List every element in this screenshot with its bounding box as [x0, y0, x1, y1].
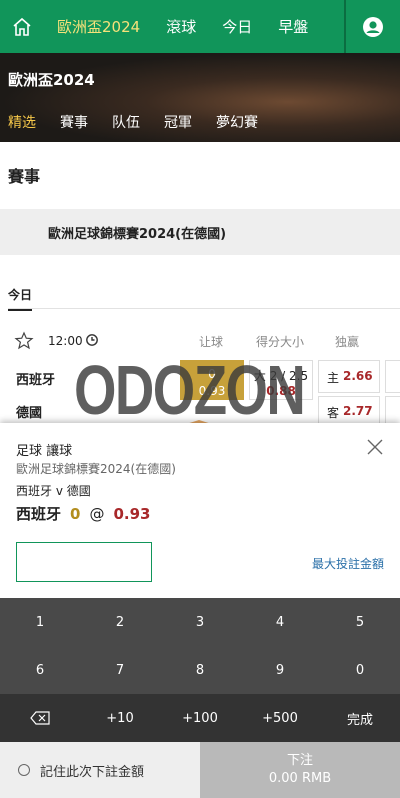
banner-title: 歐洲盃2024 — [8, 71, 95, 89]
bet-selection: 西班牙 0 @ 0.93 — [16, 503, 150, 524]
key-2[interactable]: 2 — [80, 598, 160, 646]
sub-tabs: 精选 賽事 队伍 冠軍 夢幻賽 — [0, 112, 274, 132]
win-away-value: 2.77 — [343, 404, 373, 418]
key-3[interactable]: 3 — [160, 598, 240, 646]
max-bet-link[interactable]: 最大投註金額 — [312, 555, 384, 572]
place-bet-button[interactable]: 下注 0.00 RMB — [200, 742, 400, 798]
bet-actions: 記住此次下註金額 下注 0.00 RMB — [0, 742, 400, 798]
draw-away-partial[interactable] — [385, 396, 400, 423]
key-plus-10[interactable]: +10 — [80, 694, 160, 742]
done-key[interactable]: 完成 — [320, 694, 400, 742]
subtab-featured[interactable]: 精选 — [8, 112, 36, 132]
key-6[interactable]: 6 — [0, 646, 80, 694]
key-plus-100[interactable]: +100 — [160, 694, 240, 742]
draw-odds-partial[interactable] — [385, 360, 400, 393]
home-button[interactable] — [0, 0, 44, 53]
user-button[interactable] — [344, 0, 400, 53]
favorite-star-icon[interactable] — [14, 331, 34, 351]
subtab-fantasy[interactable]: 夢幻賽 — [216, 112, 258, 132]
nav-tab-today[interactable]: 今日 — [209, 0, 265, 53]
selection-handicap: 0 — [70, 505, 81, 523]
league-name: 歐洲足球錦標賽2024(在德國) — [48, 226, 227, 242]
home-team: 西班牙 — [16, 373, 56, 388]
selection-odds: 0.93 — [113, 505, 151, 523]
place-bet-amount: 0.00 RMB — [268, 771, 332, 786]
subtab-champion[interactable]: 冠軍 — [164, 112, 192, 132]
bet-league: 歐洲足球錦標賽2024(在德國) — [16, 462, 176, 476]
subtab-teams[interactable]: 队伍 — [112, 112, 140, 132]
backspace-key[interactable] — [0, 694, 80, 742]
at-symbol: @ — [89, 505, 105, 523]
stake-input[interactable] — [16, 542, 152, 582]
bet-slip: 足球 讓球 歐洲足球錦標賽2024(在德國) 西班牙 v 德國 西班牙 0 @ … — [0, 423, 400, 798]
keypad-row: 1 2 3 4 5 — [0, 598, 400, 646]
subtab-matches[interactable]: 賽事 — [60, 112, 88, 132]
match-time: 12:00 — [48, 334, 83, 348]
keypad-row: +10 +100 +500 完成 — [0, 694, 400, 742]
key-plus-500[interactable]: +500 — [240, 694, 320, 742]
top-nav: 歐洲盃2024 滾球 今日 早盤 冠 — [0, 0, 400, 53]
key-4[interactable]: 4 — [240, 598, 320, 646]
key-7[interactable]: 7 — [80, 646, 160, 694]
key-9[interactable]: 9 — [240, 646, 320, 694]
selection-team: 西班牙 — [16, 505, 62, 523]
bet-match: 西班牙 v 德國 — [16, 484, 91, 498]
key-1[interactable]: 1 — [0, 598, 80, 646]
match-header: 12:00 让球 得分大小 独赢 — [0, 331, 400, 351]
remember-stake-toggle[interactable]: 記住此次下註金額 — [0, 742, 200, 798]
competition-banner: 歐洲盃2024 精选 賽事 队伍 冠軍 夢幻賽 — [0, 53, 400, 142]
home-icon — [13, 17, 31, 36]
key-5[interactable]: 5 — [320, 598, 400, 646]
league-header[interactable]: 歐洲足球錦標賽2024(在德國) — [0, 209, 400, 255]
nav-tab-early[interactable]: 早盤 — [265, 0, 321, 53]
nav-tab-euro2024[interactable]: 歐洲盃2024 — [44, 0, 153, 53]
nav-tab-champion[interactable]: 冠 — [321, 0, 334, 53]
clock-icon — [86, 334, 98, 346]
section-title: 賽事 — [8, 167, 41, 186]
nav-tab-live[interactable]: 滾球 — [153, 0, 209, 53]
bet-type: 足球 讓球 — [16, 444, 73, 459]
key-8[interactable]: 8 — [160, 646, 240, 694]
user-icon — [363, 16, 383, 37]
win-home-value: 2.66 — [343, 369, 373, 383]
key-0[interactable]: 0 — [320, 646, 400, 694]
keypad-row: 6 7 8 9 0 — [0, 646, 400, 694]
place-bet-label: 下注 — [286, 753, 313, 768]
remember-label: 記住此次下註金額 — [40, 764, 145, 780]
radio-icon — [18, 764, 30, 776]
close-icon[interactable] — [366, 438, 384, 456]
number-keypad: 1 2 3 4 5 6 7 8 9 0 +10 +100 +500 完成 — [0, 598, 400, 742]
col-header-win: 独赢 — [335, 335, 360, 349]
col-header-over-under: 得分大小 — [256, 335, 305, 349]
col-header-handicap: 让球 — [199, 335, 224, 349]
backspace-icon — [30, 711, 50, 725]
divider — [8, 308, 400, 309]
away-team: 德國 — [16, 406, 43, 421]
